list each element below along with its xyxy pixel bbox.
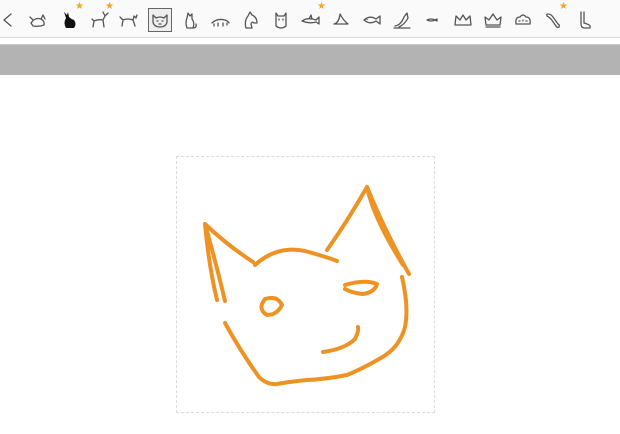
sitting-cat-icon[interactable] [178,8,202,32]
arrow-left-icon[interactable] [0,8,20,32]
shark-icon[interactable]: ★ [299,2,326,32]
deer-icon[interactable]: ★ [87,2,114,32]
star-icon: ★ [75,1,84,12]
toolbar-separator-bar [0,44,620,75]
fish-cat-icon[interactable] [26,8,50,32]
star-icon: ★ [317,1,326,12]
icon-suggestion-strip: ★ ★ ★ ★ [0,0,620,38]
horse-head-icon[interactable] [238,8,262,32]
ornate-crown-icon[interactable] [511,8,535,32]
drawing-bounding-box [176,156,435,413]
star-icon: ★ [559,1,568,12]
face-left-stroke [223,321,261,379]
right-ear-stroke [325,185,411,276]
right-eye-stroke [343,279,379,296]
drawing-canvas[interactable] [0,75,620,434]
black-cat-icon[interactable]: ★ [57,2,84,32]
left-eye-stroke [259,295,284,317]
crown-icon[interactable] [451,8,475,32]
head-top-stroke [253,247,339,267]
royal-crown-icon[interactable] [481,8,505,32]
foot-icon[interactable] [572,8,596,32]
bone-icon[interactable]: ★ [541,2,568,32]
cat-doodle [203,185,411,387]
mouth-stroke [321,325,361,354]
crawling-animal-icon[interactable] [208,8,232,32]
left-ear-stroke [203,222,255,302]
walking-cat-icon[interactable] [117,8,141,32]
fin-icon[interactable] [329,8,353,32]
owl-icon[interactable] [269,8,293,32]
small-fish-icon[interactable] [420,8,444,32]
fish-icon[interactable] [360,8,384,32]
chin-stroke [257,373,349,387]
jumping-fish-icon[interactable] [390,8,414,32]
star-icon: ★ [105,1,114,12]
cat-face-icon[interactable] [148,8,172,32]
